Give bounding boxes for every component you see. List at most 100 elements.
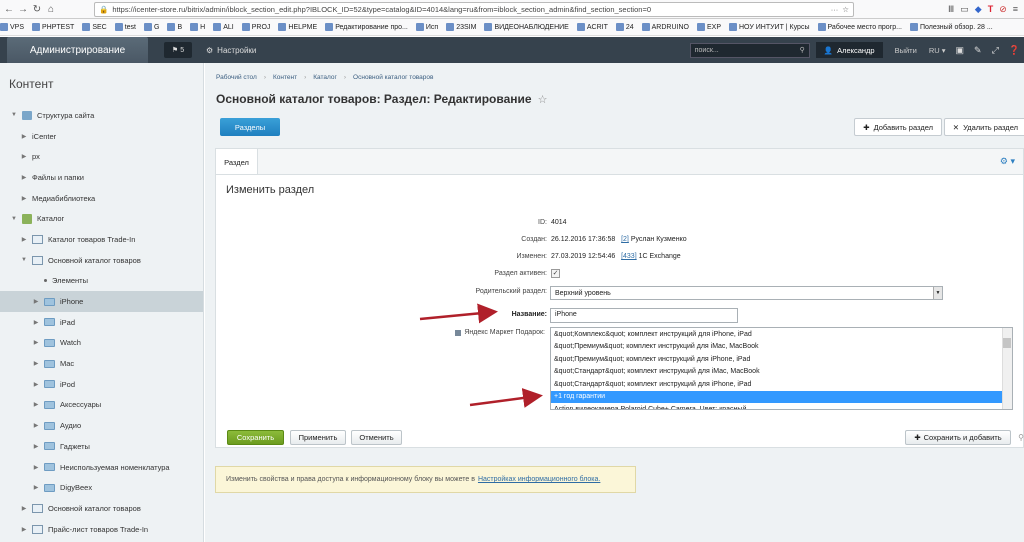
select-option[interactable]: &quot;Премиум&quot; комплект инструкций … [551,341,1012,354]
bookmark-item[interactable]: H [190,23,205,31]
chevron-right-icon[interactable]: ▶ [32,319,40,326]
chevron-right-icon[interactable]: ▶ [32,422,40,429]
sidebar-icon[interactable]: ▭ [960,4,969,15]
sidebar-item[interactable]: ▶ Каталог товаров Trade-In [0,229,203,250]
save-and-add-button[interactable]: ✚ Сохранить и добавить [905,430,1011,445]
select-option[interactable]: &quot;Премиум&quot; комплект инструкций … [551,353,1012,366]
name-input[interactable]: iPhone [550,308,738,323]
select-option[interactable]: +1 год гарантии [551,390,1012,403]
changed-user-id-link[interactable]: [433] [621,253,637,260]
created-user-id-link[interactable]: [2] [621,236,629,243]
screen-icon[interactable]: ▣ [956,45,965,56]
settings-button[interactable]: ⚙ Настройки [206,46,256,55]
chevron-right-icon[interactable]: ▶ [32,381,40,388]
chevron-right-icon[interactable]: ▶ [20,195,28,202]
scrollbar-thumb[interactable] [1003,338,1011,348]
extension-t-icon[interactable]: T [988,4,994,14]
sidebar-item[interactable]: ▼ Каталог [0,208,203,229]
tab-settings-gear-icon[interactable]: ⚙ ▾ [1000,156,1015,167]
bookmark-item[interactable]: Полезный обзор. 28 ... [909,23,993,31]
search-input[interactable]: поиск... [695,47,719,54]
sidebar-item[interactable]: ▶ Гаджеты [0,436,203,457]
search-icon[interactable]: ⚲ [800,46,805,54]
parent-section-select[interactable]: Верхний уровень ▼ [550,286,943,300]
sidebar-item[interactable]: ▶ iPhone [0,291,203,312]
bookmark-item[interactable]: B [167,23,182,31]
chevron-right-icon[interactable]: ▶ [32,298,40,305]
chevron-down-icon[interactable]: ▼ [20,257,28,263]
sidebar-item[interactable]: ▶ Неиспользуемая номенклатура [0,457,203,478]
tab-section[interactable]: Раздел [216,149,258,175]
help-icon[interactable]: ❓ [1009,45,1020,56]
bookmark-item[interactable]: test [114,23,136,31]
favorite-star-icon[interactable]: ☆ [538,93,548,106]
fullscreen-icon[interactable]: ⤢ [992,45,999,56]
select-option[interactable]: &quot;Стандарт&quot; комплект инструкций… [551,378,1012,391]
sidebar-item[interactable]: ▶ Аудио [0,415,203,436]
chevron-right-icon[interactable]: ▶ [20,133,28,140]
bookmark-item[interactable]: 23SIM [446,23,476,31]
sidebar-item[interactable]: ▶ Прайс-лист товаров Trade-In [0,519,203,540]
sidebar-item[interactable]: ▶ Mac [0,353,203,374]
back-icon[interactable]: ← [2,4,16,15]
select-option[interactable]: Action видеокамера Polaroid Cube+ Camera… [551,403,1012,409]
bookmark-item[interactable]: PHPTEST [32,23,74,31]
breadcrumb-link[interactable]: Контент [273,74,297,81]
sidebar-item[interactable]: ▶ Аксессуары [0,395,203,416]
chevron-down-icon[interactable]: ▼ [10,112,18,118]
chevron-right-icon[interactable]: ▶ [20,236,28,243]
cancel-button[interactable]: Отменить [351,430,402,445]
add-section-button[interactable]: ✚ Добавить раздел [854,118,942,136]
chevron-right-icon[interactable]: ▶ [32,464,40,471]
bookmark-item[interactable]: ARDRUINO [641,23,689,31]
sections-button[interactable]: Разделы [220,118,280,136]
select-option[interactable]: &quot;Стандарт&quot; комплект инструкций… [551,366,1012,379]
sidebar-item[interactable]: ▶ iPod [0,374,203,395]
chevron-right-icon[interactable]: ▶ [32,360,40,367]
extension-e-icon[interactable]: ⊘ [999,4,1007,15]
bookmark-item[interactable]: G [144,23,159,31]
bookmark-item[interactable]: SEC [82,23,107,31]
bookmark-item[interactable]: ALI [213,23,234,31]
bookmark-item[interactable]: ACRIT [576,23,608,31]
chevron-right-icon[interactable]: ▶ [32,401,40,408]
more-icon[interactable]: ··· [831,5,839,14]
market-gift-multiselect[interactable]: &quot;Комплекс&quot; комплект инструкций… [550,327,1013,410]
sidebar-item[interactable]: ▼ Структура сайта [0,105,203,126]
logout-link[interactable]: Выйти [895,46,917,55]
user-button[interactable]: 👤 Александр [815,42,883,58]
lang-switch[interactable]: RU ▾ [929,46,946,55]
home-icon[interactable]: ⌂ [44,4,58,15]
reload-icon[interactable]: ↻ [30,4,44,15]
bookmark-item[interactable]: НОУ ИНТУИТ | Курсы [729,23,810,31]
pin-icon[interactable]: ✎ [974,45,982,56]
chevron-right-icon[interactable]: ▶ [32,339,40,346]
chevron-right-icon[interactable]: ▶ [20,153,28,160]
admin-search[interactable]: поиск... ⚲ [689,42,810,58]
bookmark-item[interactable]: HELPME [278,23,317,31]
chevron-right-icon[interactable]: ▶ [32,484,40,491]
sidebar-item[interactable]: ▶ Медиабиблиотека [0,188,203,209]
notifications-button[interactable]: ⚑ 5 [164,42,192,58]
bookmark-item[interactable]: Редактирование про... [325,23,408,31]
bookmark-item[interactable]: VPS [0,23,24,31]
bookmark-item[interactable]: PROJ [241,23,270,31]
chevron-right-icon[interactable]: ▶ [20,174,28,181]
chevron-right-icon[interactable]: ▶ [32,443,40,450]
bookmark-item[interactable]: Исп [415,23,438,31]
active-checkbox[interactable]: ✓ [551,269,560,278]
extension-icon[interactable]: ◆ [975,4,982,15]
star-icon[interactable]: ☆ [842,5,849,14]
sidebar-item[interactable]: ▶ Watch [0,333,203,354]
admin-tab[interactable]: Администрирование [7,37,148,63]
chevron-right-icon[interactable]: ▶ [20,505,28,512]
pin-icon[interactable]: ⚲ [1018,433,1024,442]
url-bar[interactable]: 🔒 https://icenter-store.ru/bitrix/admin/… [94,1,854,17]
sidebar-item[interactable]: ▶ Файлы и папки [0,167,203,188]
bookmark-item[interactable]: 24 [615,23,634,31]
bookmark-item[interactable]: Рабочее место прогр... [817,23,902,31]
scrollbar[interactable] [1002,328,1012,409]
forward-icon[interactable]: → [16,4,30,15]
select-option[interactable]: &quot;Комплекс&quot; комплект инструкций… [551,328,1012,341]
breadcrumb-link[interactable]: Каталог [313,74,337,81]
